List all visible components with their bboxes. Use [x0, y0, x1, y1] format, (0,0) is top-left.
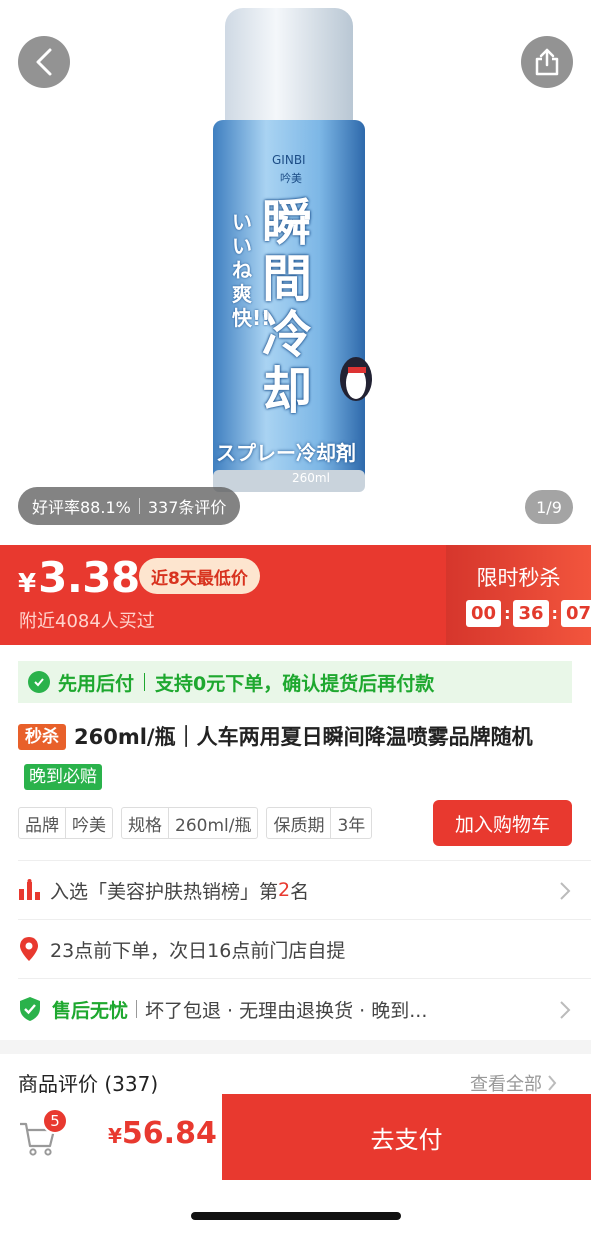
pickup-text: 23点前下单，次日16点前门店自提: [50, 939, 346, 962]
lowest-price-badge: 近8天最低价: [139, 558, 260, 594]
ranking-bars-icon: [19, 879, 40, 900]
can-side-text: いいね爽快!!: [232, 210, 271, 330]
see-all-label: 查看全部: [470, 1074, 542, 1095]
share-icon: [535, 48, 559, 76]
spec-key: 品牌: [25, 815, 59, 836]
countdown-minutes: 36: [513, 600, 549, 627]
ranking-number: 2: [278, 879, 291, 901]
chevron-right-icon: [560, 882, 571, 900]
can-main-text: 瞬間冷却: [262, 194, 312, 420]
currency-symbol: ¥: [18, 569, 37, 599]
image-pager: 1/9: [525, 490, 573, 524]
after-sale-detail: 坏了包退 · 无理由退换货 · 晚到...: [145, 999, 428, 1022]
divider: [18, 978, 591, 979]
flash-sale-panel: [446, 545, 591, 645]
spec-key: 保质期: [273, 815, 325, 836]
after-sale-label: 售后无忧: [52, 999, 129, 1022]
divider: [144, 673, 146, 691]
current-price: ¥ 3.38: [18, 553, 140, 602]
chevron-left-icon: [36, 48, 52, 76]
rating-pill[interactable]: 好评率88.1% 337条评价: [18, 487, 241, 525]
product-image-gallery[interactable]: GINBI 吟美 瞬間冷却 いいね爽快!! スプレー冷却剤 260ml 好评率8…: [0, 0, 591, 545]
total-price: ¥ 56.84: [108, 1116, 217, 1151]
countdown-colon: :: [504, 604, 511, 623]
can-brand-cn: 吟美: [280, 172, 302, 185]
pay-later-label: 先用后付: [58, 672, 135, 695]
spec-chip-brand: 品牌 吟美: [18, 807, 113, 839]
cart-count-badge: 5: [42, 1108, 68, 1134]
can-brand-en: GINBI: [272, 153, 306, 167]
currency-symbol: ¥: [108, 1124, 122, 1148]
back-button[interactable]: [18, 36, 70, 88]
share-button[interactable]: [521, 36, 573, 88]
add-to-cart-button[interactable]: 加入购物车: [433, 800, 572, 846]
nearby-buyers-text: 附近4084人买过: [19, 611, 155, 632]
spec-chips: 品牌 吟美 规格 260ml/瓶 保质期 3年: [18, 807, 373, 839]
penguin-illustration: [340, 357, 372, 401]
can-volume: 260ml: [292, 471, 330, 485]
see-all-reviews-link[interactable]: 查看全部: [470, 1070, 558, 1096]
chevron-right-icon: [548, 1075, 557, 1091]
spec-chip-shelf-life: 保质期 3年: [266, 807, 373, 839]
seckill-tag: 秒杀: [18, 724, 66, 750]
review-count: 337条评价: [147, 498, 227, 517]
spec-chip-size: 规格 260ml/瓶: [121, 807, 259, 839]
ranking-text-suffix: 名: [290, 880, 310, 903]
countdown-hours: 00: [466, 600, 502, 627]
location-pin-icon: [20, 937, 38, 961]
pay-button[interactable]: 去支付: [222, 1094, 591, 1180]
home-indicator: [191, 1212, 401, 1220]
price-value: 3.38: [38, 553, 140, 602]
total-value: 56.84: [121, 1116, 217, 1151]
countdown-colon: :: [551, 604, 558, 623]
divider: [138, 498, 140, 514]
shield-check-icon: [20, 997, 40, 1021]
spec-value: 3年: [337, 815, 366, 836]
late-compensation-tag: 晚到必赔: [24, 764, 102, 790]
can-bottom-text: スプレー冷却剤: [216, 441, 356, 465]
reviews-title: 商品评价 (337): [18, 1072, 159, 1096]
chevron-right-icon: [560, 1001, 571, 1019]
flash-sale-title: 限时秒杀: [476, 566, 561, 590]
spec-value: 吟美: [72, 815, 106, 836]
pay-later-icon: [28, 671, 50, 693]
after-sale-row[interactable]: 售后无忧 坏了包退 · 无理由退换货 · 晚到...: [0, 980, 591, 1038]
pickup-row: 23点前下单，次日16点前门店自提: [0, 920, 591, 978]
positive-rate: 好评率88.1%: [32, 498, 131, 517]
product-title-text: 260ml/瓶｜人车两用夏日瞬间降温喷雾品牌随机: [74, 725, 533, 749]
product-title: 秒杀 260ml/瓶｜人车两用夏日瞬间降温喷雾品牌随机晚到必赔: [18, 717, 578, 797]
section-gap: [0, 1040, 591, 1054]
pay-later-detail: 支持0元下单，确认提货后再付款: [155, 672, 435, 695]
ranking-text-prefix: 入选「美容护肤热销榜」第: [50, 880, 279, 903]
divider: [136, 1000, 138, 1018]
countdown-seconds: 07: [560, 600, 591, 627]
pay-later-banner[interactable]: 先用后付 支持0元下单，确认提货后再付款: [18, 661, 572, 703]
spec-key: 规格: [128, 815, 162, 836]
spec-value: 260ml/瓶: [175, 815, 252, 836]
ranking-row[interactable]: 入选「美容护肤热销榜」第 2 名: [0, 861, 591, 919]
countdown-timer: 00 : 36 : 07: [466, 600, 591, 627]
